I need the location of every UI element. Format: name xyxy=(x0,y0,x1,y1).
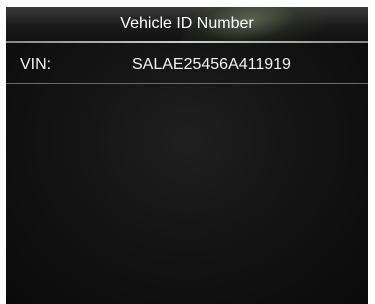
vin-value: SALAE25456A411919 xyxy=(132,56,291,73)
scan-tool-screen: Vehicle ID Number VIN: SALAE25456A411919 xyxy=(6,7,368,304)
title-divider xyxy=(6,41,368,43)
vin-row: VIN: SALAE25456A411919 xyxy=(6,53,368,77)
vin-label: VIN: xyxy=(20,56,52,73)
vin-row-divider xyxy=(6,83,368,84)
title-bar: Vehicle ID Number xyxy=(6,7,368,41)
page-title: Vehicle ID Number xyxy=(120,15,254,32)
